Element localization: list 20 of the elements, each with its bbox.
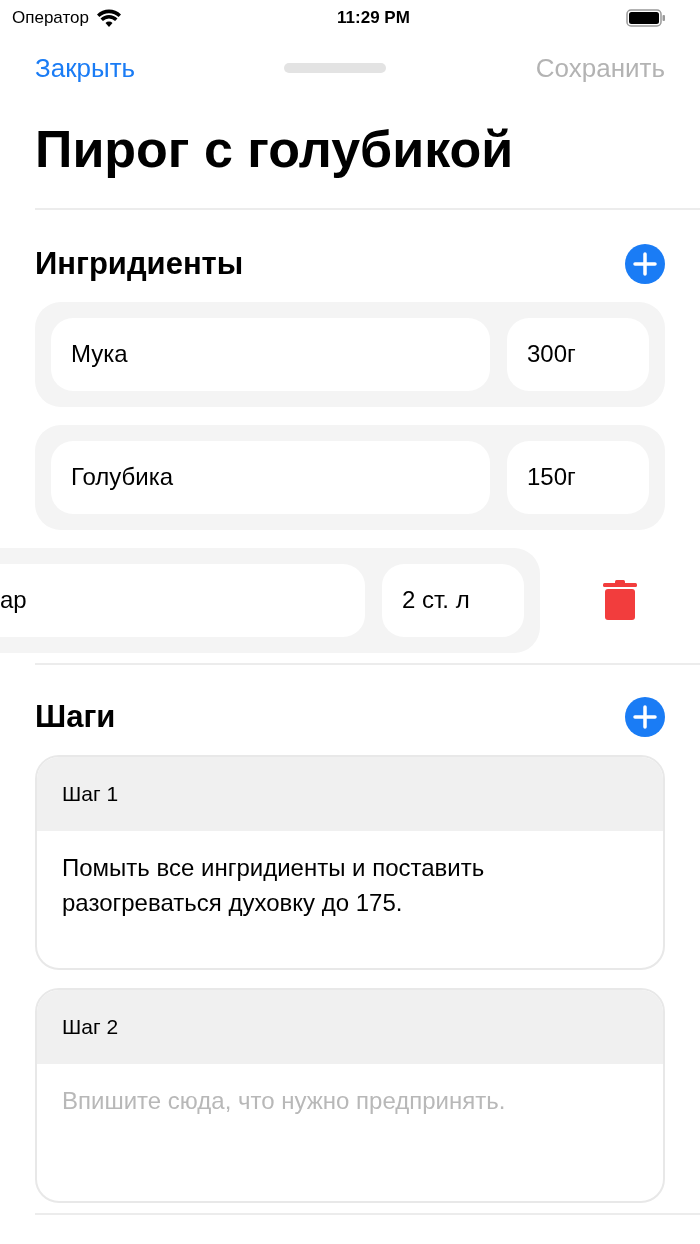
- input-field[interactable]: Мука: [51, 317, 490, 391]
- carrier-name: Оператор: [12, 7, 89, 30]
- input-field[interactable]: 2 ст. л: [382, 563, 524, 637]
- step-title: Шаг 2: [37, 989, 663, 1064]
- input-field[interactable]: 300г: [507, 317, 649, 391]
- trash-icon[interactable]: [603, 580, 637, 621]
- step-text[interactable]: Помыть все ингридиенты и поставить разогреваться духовку до 175.: [62, 850, 638, 921]
- input-field[interactable]: ар: [0, 563, 365, 637]
- add-icon[interactable]: [625, 243, 665, 284]
- section-heading: Шаги: [35, 698, 116, 736]
- recipe-title: Пирог с голубикой: [35, 120, 515, 180]
- battery-icon: [626, 9, 666, 27]
- status-time: 11:29 PM: [337, 7, 410, 30]
- step-title: Шаг 1: [37, 756, 663, 831]
- add-icon[interactable]: [625, 696, 665, 737]
- close-button[interactable]: Закрыть: [35, 48, 136, 88]
- input-field[interactable]: 150г: [507, 440, 649, 514]
- wifi-icon: [96, 9, 121, 27]
- input-field[interactable]: Голубика: [51, 440, 490, 514]
- section-heading: Ингридиенты: [35, 245, 244, 283]
